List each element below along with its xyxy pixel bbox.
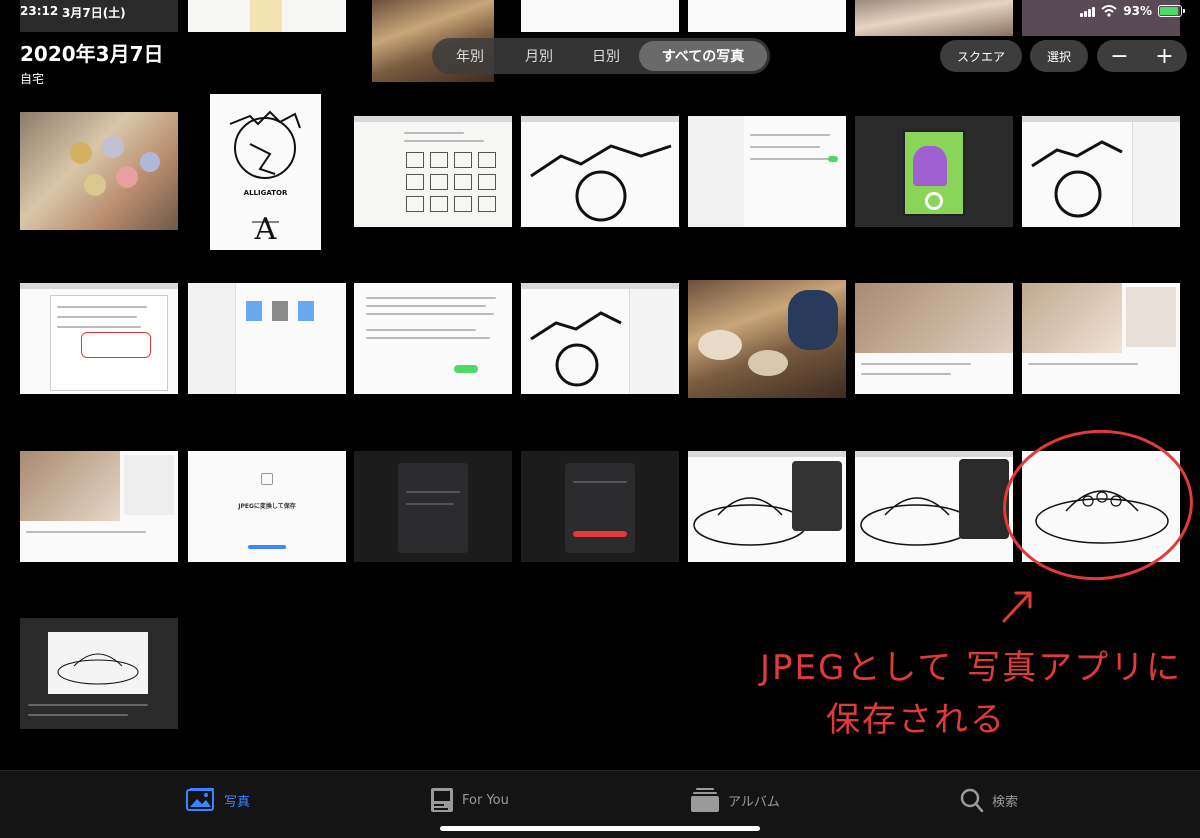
battery-level <box>1160 7 1178 15</box>
photo-thumb[interactable] <box>354 283 512 394</box>
alligator-illustration <box>530 311 622 387</box>
cellular-signal-icon <box>1080 6 1096 17</box>
alligator-letter: A <box>254 212 277 247</box>
battery-percent: 93% <box>1123 4 1152 18</box>
photo-thumb[interactable] <box>20 112 178 230</box>
alligator-illustration <box>530 144 672 222</box>
photo-thumb[interactable] <box>855 451 1013 562</box>
photo-thumb[interactable] <box>855 283 1013 394</box>
segment-years[interactable]: 年別 <box>435 41 505 71</box>
photo-thumb[interactable] <box>354 116 512 227</box>
alligator-illustration <box>1031 140 1123 218</box>
wifi-icon <box>1101 5 1117 17</box>
annotation-note-line1: JPEGとして 写真アプリに <box>760 648 1183 688</box>
photo-thumb[interactable] <box>688 280 846 398</box>
jpeg-save-text: JPEGに変換して保存 <box>238 503 296 510</box>
annotation-arrow-icon <box>1002 591 1032 623</box>
photo-thumb[interactable] <box>688 116 846 227</box>
segment-months[interactable]: 月別 <box>505 41 573 71</box>
photo-thumb[interactable] <box>20 451 178 562</box>
photo-thumb[interactable] <box>1022 116 1180 227</box>
home-indicator[interactable] <box>440 826 760 831</box>
aspect-toggle-button[interactable]: スクエア <box>940 40 1022 72</box>
alligator-caption: ALLIGATOR <box>243 189 288 197</box>
page-title: 2020年3月7日 <box>20 42 164 66</box>
zoom-out-button[interactable]: − <box>1097 40 1142 72</box>
photo-thumb[interactable] <box>521 116 679 227</box>
photo-thumb[interactable] <box>20 283 178 394</box>
tab-albums-label: アルバム <box>728 794 780 810</box>
status-date: 3月7日(土) <box>62 6 126 20</box>
segment-all-photos[interactable]: すべての写真 <box>639 41 767 71</box>
tab-albums[interactable]: アルバム <box>690 787 780 813</box>
photo-thumb[interactable] <box>20 618 178 729</box>
tab-photos-label: 写真 <box>224 794 251 810</box>
view-segmented-control: 年別 月別 日別 すべての写真 <box>432 38 770 74</box>
photo-thumb[interactable] <box>521 451 679 562</box>
tab-for-you-label: For You <box>462 792 509 808</box>
tab-bar: 写真 For You アルバム 検索 <box>0 770 1200 838</box>
for-you-icon <box>431 788 453 812</box>
segment-days[interactable]: 日別 <box>573 41 639 71</box>
annotation-note-line2: 保存される <box>826 700 1006 740</box>
photo-thumb[interactable]: ALLIGATOR A <box>210 94 321 250</box>
tab-search[interactable]: 検索 <box>960 787 1018 813</box>
photo-thumb[interactable] <box>188 283 346 394</box>
location-label: 自宅 <box>20 72 45 86</box>
battery-icon <box>1158 5 1185 17</box>
status-indicators: 93% <box>1080 4 1185 18</box>
photo-thumb[interactable]: JPEGに変換して保存 <box>188 451 346 562</box>
zoom-in-button[interactable]: + <box>1142 40 1187 72</box>
tab-search-label: 検索 <box>992 794 1019 810</box>
tab-photos[interactable]: 写真 <box>186 787 250 813</box>
photo-thumb[interactable] <box>354 451 512 562</box>
select-button[interactable]: 選択 <box>1030 40 1088 72</box>
search-icon <box>960 788 984 813</box>
status-time: 23:12 <box>20 4 59 18</box>
photo-thumb[interactable] <box>855 116 1013 227</box>
zoom-control: − + <box>1097 40 1187 72</box>
tab-for-you[interactable]: For You <box>430 787 509 813</box>
photo-thumb[interactable] <box>688 451 846 562</box>
ufo-illustration <box>57 653 139 685</box>
photo-thumb[interactable] <box>1022 283 1180 394</box>
photo-thumb[interactable] <box>521 283 679 394</box>
status-bar: 23:12 3月7日(土) 93% <box>0 0 1200 24</box>
albums-icon <box>691 788 719 812</box>
photos-icon <box>186 788 214 811</box>
